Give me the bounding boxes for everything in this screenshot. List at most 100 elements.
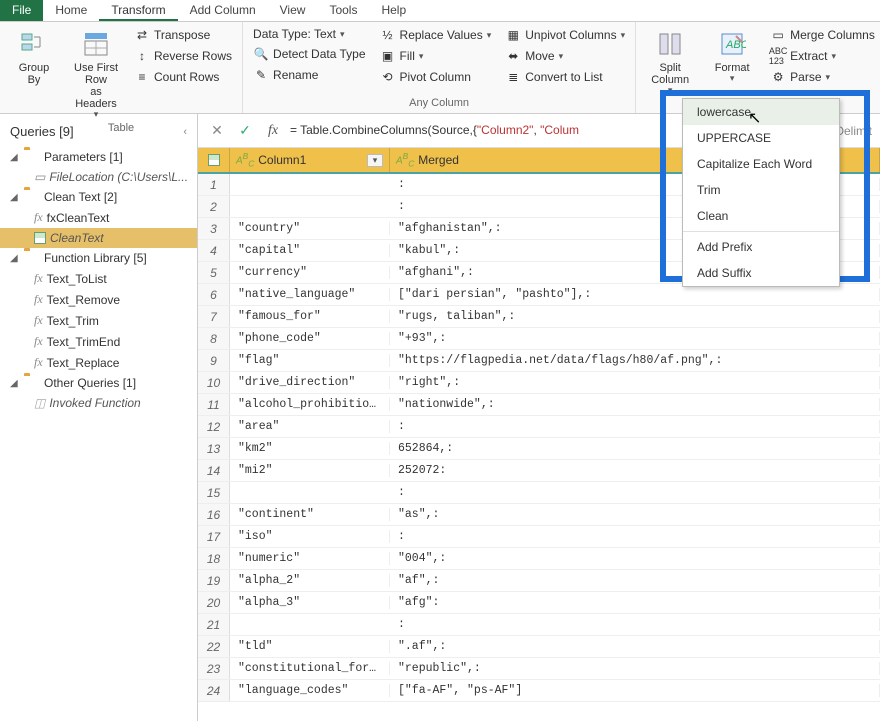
help-tab[interactable]: Help <box>369 0 418 21</box>
query-item[interactable]: ◫ Invoked Function <box>0 393 197 413</box>
cell[interactable]: "004",: <box>390 552 880 565</box>
rename-button[interactable]: ✎Rename <box>249 66 370 84</box>
table-row[interactable]: 11"alcohol_prohibition""nationwide",: <box>198 394 880 416</box>
transform-tab[interactable]: Transform <box>99 0 177 21</box>
cell[interactable]: "numeric" <box>230 552 390 565</box>
cell[interactable]: "flag" <box>230 354 390 367</box>
add-column-tab[interactable]: Add Column <box>178 0 268 21</box>
parse-button[interactable]: ⚙Parse <box>766 68 879 86</box>
accept-formula-button[interactable]: ✓ <box>234 120 256 142</box>
grid-corner[interactable] <box>198 148 230 172</box>
cell[interactable]: ["fa-AF", "ps-AF"] <box>390 684 880 697</box>
menu-clean[interactable]: Clean <box>683 203 839 229</box>
cell[interactable]: "+93",: <box>390 332 880 345</box>
table-row[interactable]: 17"iso": <box>198 526 880 548</box>
table-row[interactable]: 10"drive_direction""right",: <box>198 372 880 394</box>
table-row[interactable]: 16"continent""as",: <box>198 504 880 526</box>
query-item[interactable]: fx Text_Trim <box>0 310 197 331</box>
cell[interactable]: "republic",: <box>390 662 880 675</box>
table-row[interactable]: 14 "mi2"252072: <box>198 460 880 482</box>
cell[interactable]: "afg": <box>390 596 880 609</box>
cell[interactable]: 652864,: <box>390 442 880 455</box>
folder-item[interactable]: ◢Clean Text [2] <box>0 187 197 207</box>
cell[interactable]: 252072: <box>390 464 880 477</box>
data-type-button[interactable]: Data Type: Text <box>249 26 370 42</box>
cell[interactable]: : <box>390 486 880 499</box>
cell[interactable]: "famous_for" <box>230 310 390 323</box>
table-row[interactable]: 18 "numeric""004",: <box>198 548 880 570</box>
cell[interactable]: : <box>390 618 880 631</box>
count-rows-button[interactable]: ≡Count Rows <box>130 68 236 86</box>
cell[interactable]: "drive_direction" <box>230 376 390 389</box>
split-column-button[interactable]: Split Column <box>642 26 698 96</box>
home-tab[interactable]: Home <box>43 0 99 21</box>
query-item[interactable]: CleanText <box>0 228 197 248</box>
query-item[interactable]: fx Text_TrimEnd <box>0 331 197 352</box>
table-row[interactable]: 7"famous_for""rugs, taliban",: <box>198 306 880 328</box>
format-button[interactable]: ABC Format <box>704 26 760 84</box>
cell[interactable]: ["dari persian", "pashto"],: <box>390 288 880 301</box>
folder-item[interactable]: ◢Parameters [1] <box>0 147 197 167</box>
cell[interactable]: "language_codes" <box>230 684 390 697</box>
tools-tab[interactable]: Tools <box>317 0 369 21</box>
cell[interactable]: "native_language" <box>230 288 390 301</box>
column-header-1[interactable]: ABCColumn1▾ <box>230 148 390 172</box>
replace-values-button[interactable]: ½Replace Values <box>376 26 496 44</box>
cell[interactable]: "right",: <box>390 376 880 389</box>
cell[interactable]: "iso" <box>230 530 390 543</box>
cell[interactable]: "currency" <box>230 266 390 279</box>
folder-item[interactable]: ◢Other Queries [1] <box>0 373 197 393</box>
table-row[interactable]: 6"native_language"["dari persian", "pash… <box>198 284 880 306</box>
table-row[interactable]: 9"flag""https://flagpedia.net/data/flags… <box>198 350 880 372</box>
file-tab[interactable]: File <box>0 0 43 21</box>
query-item[interactable]: fx Text_Replace <box>0 352 197 373</box>
table-row[interactable]: 21: <box>198 614 880 636</box>
cell[interactable]: "https://flagpedia.net/data/flags/h80/af… <box>390 354 880 367</box>
cell[interactable]: "area" <box>230 420 390 433</box>
cell[interactable]: "capital" <box>230 244 390 257</box>
cell[interactable]: "alpha_3" <box>230 596 390 609</box>
menu-add-prefix[interactable]: Add Prefix <box>683 234 839 260</box>
cell[interactable]: "as",: <box>390 508 880 521</box>
cell[interactable]: "mi2" <box>230 464 390 477</box>
cell[interactable]: "rugs, taliban",: <box>390 310 880 323</box>
cell[interactable]: "km2" <box>230 442 390 455</box>
table-row[interactable]: 23"constitutional_form""republic",: <box>198 658 880 680</box>
transpose-button[interactable]: ⇄Transpose <box>130 26 236 44</box>
extract-button[interactable]: ABC123Extract <box>766 47 879 65</box>
menu-uppercase[interactable]: UPPERCASE <box>683 125 839 151</box>
table-row[interactable]: 19 "alpha_2""af",: <box>198 570 880 592</box>
query-item[interactable]: ▭ FileLocation (C:\Users\L... <box>0 167 197 187</box>
convert-to-list-button[interactable]: ≣Convert to List <box>501 68 629 86</box>
group-by-button[interactable]: Group By <box>6 26 62 86</box>
cell[interactable]: "tld" <box>230 640 390 653</box>
table-row[interactable]: 20 "alpha_3""afg": <box>198 592 880 614</box>
menu-capitalize[interactable]: Capitalize Each Word <box>683 151 839 177</box>
cell[interactable]: ".af",: <box>390 640 880 653</box>
first-row-headers-button[interactable]: Use First Row as Headers <box>68 26 124 120</box>
cell[interactable]: "continent" <box>230 508 390 521</box>
unpivot-button[interactable]: ▦Unpivot Columns <box>501 26 629 44</box>
merge-columns-button[interactable]: ▭Merge Columns <box>766 26 879 44</box>
cell[interactable]: "af",: <box>390 574 880 587</box>
cell[interactable]: "alcohol_prohibition" <box>230 398 390 411</box>
table-row[interactable]: 15: <box>198 482 880 504</box>
menu-add-suffix[interactable]: Add Suffix <box>683 260 839 286</box>
cell[interactable]: : <box>390 530 880 543</box>
cell[interactable]: "phone_code" <box>230 332 390 345</box>
cell[interactable]: "nationwide",: <box>390 398 880 411</box>
table-row[interactable]: 24"language_codes"["fa-AF", "ps-AF"] <box>198 680 880 702</box>
query-item[interactable]: fx Text_ToList <box>0 268 197 289</box>
table-row[interactable]: 22"tld"".af",: <box>198 636 880 658</box>
view-tab[interactable]: View <box>268 0 318 21</box>
folder-item[interactable]: ◢Function Library [5] <box>0 248 197 268</box>
table-row[interactable]: 12"area": <box>198 416 880 438</box>
query-item[interactable]: fx fxCleanText <box>0 207 197 228</box>
cell[interactable]: : <box>390 420 880 433</box>
table-row[interactable]: 8"phone_code""+93",: <box>198 328 880 350</box>
cell[interactable]: "constitutional_form" <box>230 662 390 675</box>
pivot-column-button[interactable]: ⟲Pivot Column <box>376 68 496 86</box>
cell[interactable]: "country" <box>230 222 390 235</box>
menu-trim[interactable]: Trim <box>683 177 839 203</box>
column-filter-icon[interactable]: ▾ <box>367 154 383 167</box>
